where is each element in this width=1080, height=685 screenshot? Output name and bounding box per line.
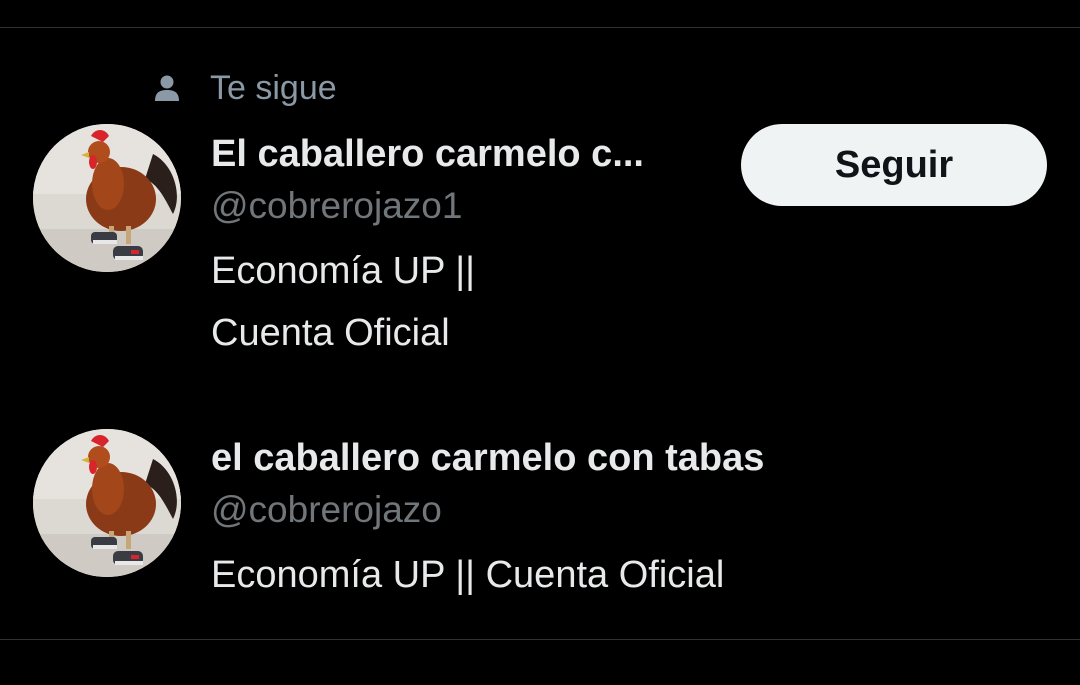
display-name[interactable]: El caballero carmelo c...	[211, 128, 644, 180]
user-list: Te sigue El caballero carmelo c... @cobr…	[0, 0, 1080, 685]
social-context: Te sigue	[150, 66, 337, 110]
user-bio: Economía UP || Cuenta Oficial	[211, 250, 476, 354]
user-handle[interactable]: @cobrerojazo1	[211, 180, 644, 232]
person-icon	[150, 71, 184, 105]
user-bio: Economía UP || Cuenta Oficial	[211, 554, 725, 596]
social-context-label: Te sigue	[210, 68, 337, 107]
user-cell[interactable]: el caballero carmelo con tabas @cobreroj…	[0, 418, 1080, 618]
bottom-divider	[0, 639, 1080, 640]
display-name[interactable]: el caballero carmelo con tabas	[211, 432, 764, 484]
top-divider	[0, 27, 1080, 28]
user-handle[interactable]: @cobrerojazo	[211, 484, 764, 536]
rooster-avatar-image	[33, 429, 181, 577]
follow-button[interactable]: Seguir	[741, 124, 1047, 206]
user-info: el caballero carmelo con tabas @cobreroj…	[211, 432, 764, 606]
user-info: El caballero carmelo c... @cobrerojazo1 …	[211, 128, 644, 364]
rooster-avatar-image	[33, 124, 181, 272]
avatar[interactable]	[33, 429, 181, 577]
user-cell[interactable]: Te sigue El caballero carmelo c... @cobr…	[0, 60, 1080, 380]
avatar[interactable]	[33, 124, 181, 272]
